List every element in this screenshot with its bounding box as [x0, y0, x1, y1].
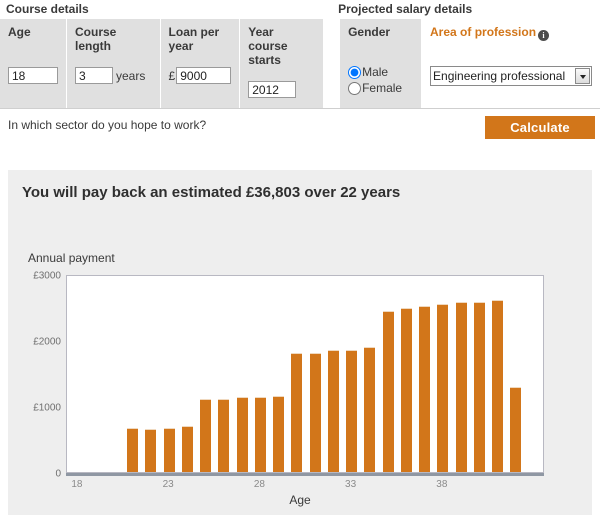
- annual-payment-chart: Annual payment 0 £1000 £2000 £3000 18 23 28 33…: [8, 201, 592, 507]
- chart-bar: [309, 352, 321, 472]
- loan-per-year-label: Loan per year: [168, 25, 220, 53]
- field-table: Age Course length years Loan per year £: [0, 19, 600, 108]
- chart-bar: [510, 386, 522, 472]
- chart-x-axis-line: [66, 473, 544, 476]
- chart-bar: [273, 395, 285, 472]
- year-course-starts-label: Year course starts: [248, 25, 288, 67]
- chart-bar: [163, 428, 175, 472]
- course-length-unit: years: [116, 68, 146, 83]
- chart-y-tick: £3000: [33, 270, 61, 282]
- chart-x-tick: 23: [162, 479, 174, 490]
- area-of-profession-label: Area of profession i: [430, 25, 592, 53]
- chart-y-tick: £1000: [33, 402, 61, 414]
- course-length-label: Course length: [75, 25, 117, 53]
- gender-option-male[interactable]: Male: [348, 65, 413, 79]
- chart-bar: [419, 305, 431, 472]
- chart-bar: [181, 426, 193, 472]
- gender-radio-group[interactable]: Male Female: [348, 65, 413, 95]
- chart-bar: [400, 308, 412, 472]
- group-title-salary-details: Projected salary details: [338, 2, 473, 16]
- sector-row: In which sector do you hope to work? Cal…: [0, 108, 600, 148]
- field-cell-loan-per-year: Loan per year £: [160, 19, 241, 108]
- column-spacer: [324, 19, 341, 108]
- calculate-button[interactable]: Calculate: [485, 116, 595, 139]
- area-of-profession-select[interactable]: Engineering professional: [430, 66, 593, 86]
- chart-bar: [455, 302, 467, 472]
- chart-bar: [492, 300, 504, 472]
- course-length-input[interactable]: [75, 67, 113, 84]
- chart-bar: [346, 349, 358, 472]
- chart-bar: [127, 428, 139, 472]
- chart-bar: [382, 310, 394, 472]
- chart-bar: [437, 304, 449, 472]
- year-course-starts-input[interactable]: [248, 81, 297, 98]
- field-cell-gender: Gender Male Female: [340, 19, 423, 108]
- loan-per-year-input[interactable]: [176, 67, 232, 84]
- chart-bar: [254, 397, 266, 472]
- field-cell-area-of-profession: Area of profession i Engineering professi…: [422, 19, 600, 108]
- gender-radio-male[interactable]: [348, 65, 362, 79]
- area-of-profession-label-text: Area of profession: [430, 25, 537, 39]
- chart-bar: [473, 301, 485, 472]
- chart-bar: [291, 353, 303, 472]
- field-cell-course-length: Course length years: [67, 19, 161, 108]
- info-icon[interactable]: i: [538, 30, 550, 41]
- field-cell-year-course-starts: Year course starts: [240, 19, 325, 108]
- age-input[interactable]: [8, 67, 58, 84]
- chart-bar: [236, 397, 248, 472]
- group-title-course-details: Course details: [6, 2, 89, 16]
- chart-y-tick: 0: [55, 468, 61, 480]
- chart-bar: [200, 398, 212, 472]
- age-label: Age: [8, 25, 31, 39]
- chart-x-tick: 38: [436, 479, 448, 490]
- loan-calculator-page: Course details Projected salary details …: [0, 0, 600, 521]
- gender-option-female[interactable]: Female: [348, 81, 413, 95]
- results-headline: You will pay back an estimated £36,803 o…: [22, 184, 401, 201]
- chart-x-tick: 33: [345, 479, 357, 490]
- gender-radio-female[interactable]: [348, 81, 362, 95]
- chart-y-tick: £2000: [33, 336, 61, 348]
- chart-x-axis-title: Age: [289, 493, 311, 507]
- chart-x-tick: 18: [71, 479, 83, 490]
- input-form: Course details Projected salary details …: [0, 0, 600, 148]
- chart-y-axis-title: Annual payment: [28, 251, 115, 265]
- currency-symbol: £: [168, 68, 176, 83]
- group-title-row: Course details Projected salary details: [0, 0, 600, 19]
- gender-label: Gender: [348, 25, 391, 39]
- chart-bar: [364, 347, 376, 472]
- chart-plot-area: 0 £1000 £2000 £3000: [33, 271, 544, 480]
- results-panel: You will pay back an estimated £36,803 o…: [8, 170, 592, 515]
- chart-bar: [218, 399, 230, 472]
- gender-option-female-label: Female: [362, 81, 403, 95]
- chart-bar: [327, 350, 339, 472]
- chart-x-tick: 28: [253, 479, 265, 490]
- gender-option-male-label: Male: [362, 65, 389, 79]
- area-of-profession-select-wrap[interactable]: Engineering professional: [430, 53, 593, 86]
- chart-bar: [145, 428, 157, 472]
- field-cell-age: Age: [0, 19, 67, 108]
